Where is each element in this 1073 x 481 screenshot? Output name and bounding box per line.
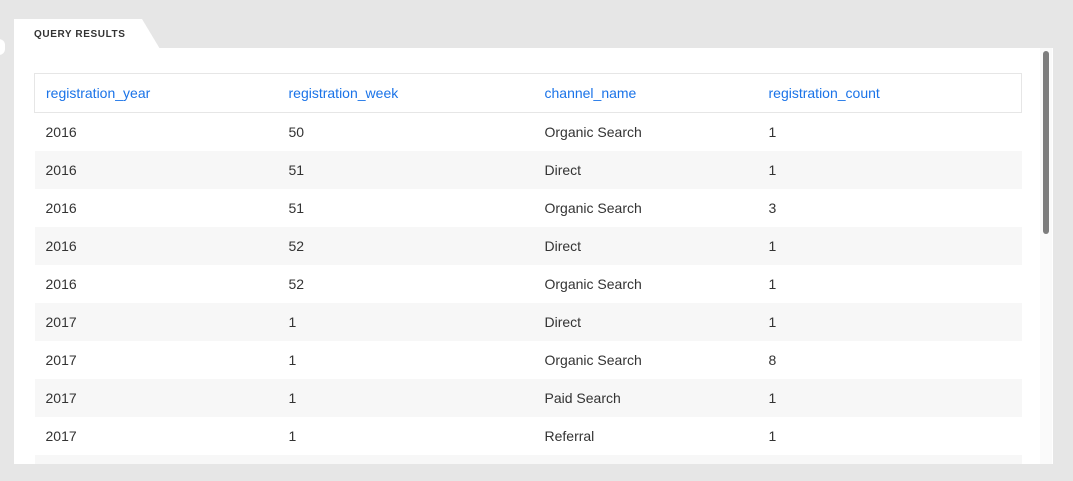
cell-registration-week: 1 (288, 428, 297, 444)
cell-channel-name: Direct (533, 303, 758, 341)
cell-registration-count: 1 (757, 303, 1022, 341)
cell-channel-name: Organic Search (544, 124, 642, 140)
table-row: 2017 1 Paid Search 1 (34, 379, 1022, 417)
table-row: 2017 1 Direct 1 (34, 303, 1022, 341)
cell-registration-count: 1 (768, 276, 777, 292)
cell-registration-count: 1 (757, 151, 1022, 189)
cell-registration-year: 2016 (45, 200, 77, 216)
cell-registration-year: 2017 (34, 379, 278, 417)
column-header-registration-week[interactable]: registration_week (277, 73, 534, 113)
cell-registration-week: 52 (288, 276, 305, 292)
cell-registration-week (277, 455, 534, 464)
cell-registration-year: 2016 (45, 124, 77, 140)
table-header-row: registration_year registration_week chan… (34, 73, 1022, 113)
query-results-window: QUERY RESULTS registration_year registra… (0, 0, 1073, 481)
cell-channel-name: Organic Search (544, 200, 642, 216)
cell-registration-year: 2017 (34, 303, 278, 341)
cell-registration-year (34, 455, 278, 464)
cell-registration-week: 51 (288, 200, 305, 216)
column-header-channel-name[interactable]: channel_name (533, 73, 758, 113)
cell-registration-week: 1 (288, 352, 297, 368)
table-row: 2017 1 Referral 1 (35, 417, 1022, 455)
cell-registration-count: 8 (768, 352, 777, 368)
results-panel: registration_year registration_week chan… (14, 48, 1053, 464)
table-row (34, 455, 1022, 464)
column-header-registration-year[interactable]: registration_year (34, 73, 278, 113)
cell-registration-year: 2016 (45, 276, 77, 292)
table-row: 2016 51 Direct 1 (34, 151, 1022, 189)
cell-channel-name: Paid Search (533, 379, 758, 417)
cell-channel-name: Referral (544, 428, 595, 444)
cell-registration-year: 2016 (34, 227, 278, 265)
table-row: 2017 1 Organic Search 8 (35, 341, 1022, 379)
table-row: 2016 52 Organic Search 1 (35, 265, 1022, 303)
cell-channel-name: Organic Search (544, 352, 642, 368)
cell-registration-year: 2017 (45, 428, 77, 444)
table-row: 2016 51 Organic Search 3 (35, 189, 1022, 227)
cell-channel-name: Direct (533, 151, 758, 189)
tab-query-results[interactable]: QUERY RESULTS (14, 19, 180, 49)
table-row: 2016 50 Organic Search 1 (35, 113, 1022, 152)
table-row: 2016 52 Direct 1 (34, 227, 1022, 265)
cell-registration-count: 1 (768, 428, 777, 444)
cell-registration-count: 1 (757, 227, 1022, 265)
cell-channel-name (533, 455, 758, 464)
column-header-registration-count[interactable]: registration_count (757, 73, 1022, 113)
cell-registration-week: 1 (277, 303, 534, 341)
cell-registration-count: 3 (768, 200, 777, 216)
cell-registration-count: 1 (768, 124, 777, 140)
cell-registration-year: 2016 (34, 151, 278, 189)
cell-registration-week: 51 (277, 151, 534, 189)
cell-registration-count (757, 455, 1022, 464)
scrollbar-thumb[interactable] (1043, 51, 1049, 234)
cell-registration-year: 2017 (45, 352, 77, 368)
cell-channel-name: Direct (533, 227, 758, 265)
cell-registration-week: 52 (277, 227, 534, 265)
cell-registration-count: 1 (757, 379, 1022, 417)
cell-channel-name: Organic Search (544, 276, 642, 292)
panel-resize-handle[interactable] (0, 39, 5, 55)
cell-registration-week: 1 (277, 379, 534, 417)
results-table: registration_year registration_week chan… (34, 73, 1022, 464)
cell-registration-week: 50 (288, 124, 305, 140)
tab-label: QUERY RESULTS (34, 29, 126, 40)
